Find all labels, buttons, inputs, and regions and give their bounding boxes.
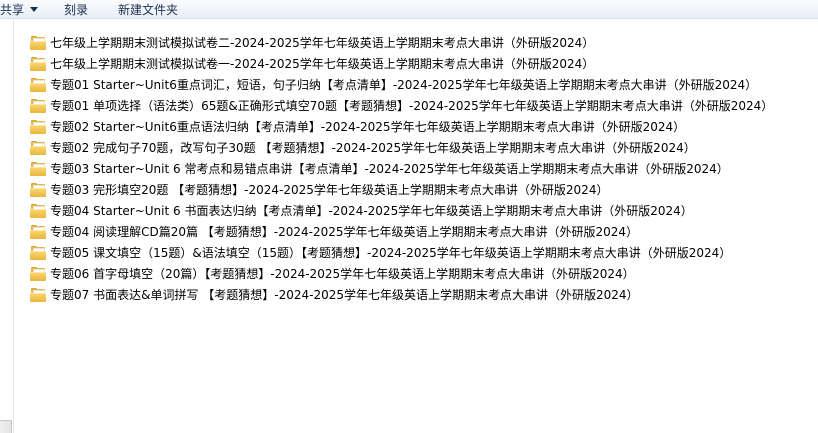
file-name: 专题04 Starter~Unit 6 书面表达归纳【考点清单】-2024-20…	[50, 204, 693, 218]
command-bar: 共享 刻录 新建文件夹	[0, 0, 818, 19]
file-name: 专题03 Starter~Unit 6 常考点和易错点串讲【考点清单】-2024…	[50, 162, 729, 176]
file-name: 专题05 课文填空（15题）&语法填空（15题）【考题猜想】-2024-2025…	[50, 246, 732, 260]
file-name: 专题03 完形填空20题 【考题猜想】-2024-2025学年七年级英语上学期期…	[50, 183, 609, 197]
explorer-window: 共享 刻录 新建文件夹 七年级上学期期末测试模拟试卷二-2024-2025学年七…	[0, 0, 818, 433]
file-list: 七年级上学期期末测试模拟试卷二-2024-2025学年七年级英语上学期期末考点大…	[30, 32, 773, 305]
new-folder-label: 新建文件夹	[118, 2, 179, 17]
folder-icon	[30, 287, 46, 302]
file-name: 专题02 Starter~Unit6重点语法归纳【考点清单】-2024-2025…	[50, 120, 686, 134]
share-label: 共享	[0, 2, 25, 17]
folder-icon	[30, 56, 46, 71]
file-name: 七年级上学期期末测试模拟试卷一-2024-2025学年七年级英语上学期期末考点大…	[50, 57, 595, 71]
folder-icon	[30, 203, 46, 218]
list-item[interactable]: 专题05 课文填空（15题）&语法填空（15题）【考题猜想】-2024-2025…	[30, 242, 773, 263]
list-item[interactable]: 专题06 首字母填空（20篇）【考题猜想】-2024-2025学年七年级英语上学…	[30, 263, 773, 284]
list-item[interactable]: 专题04 阅读理解CD篇20篇 【考题猜想】-2024-2025学年七年级英语上…	[30, 221, 773, 242]
folder-icon	[30, 266, 46, 281]
folder-icon	[30, 161, 46, 176]
file-name: 专题01 Starter~Unit6重点词汇，短语，句子归纳【考点清单】-202…	[50, 78, 758, 92]
file-name: 专题04 阅读理解CD篇20篇 【考题猜想】-2024-2025学年七年级英语上…	[50, 225, 639, 239]
list-item[interactable]: 七年级上学期期末测试模拟试卷一-2024-2025学年七年级英语上学期期末考点大…	[30, 53, 773, 74]
new-folder-button[interactable]: 新建文件夹	[118, 0, 178, 18]
file-name: 七年级上学期期末测试模拟试卷二-2024-2025学年七年级英语上学期期末考点大…	[50, 36, 595, 50]
list-item[interactable]: 专题01 单项选择（语法类）65题&正确形式填空70题【考题猜想】-2024-2…	[30, 95, 773, 116]
share-menu-button[interactable]: 共享	[0, 0, 39, 18]
file-name: 专题02 完成句子70题，改写句子30题 【考题猜想】-2024-2025学年七…	[50, 141, 696, 155]
folder-icon	[30, 140, 46, 155]
folder-icon	[30, 224, 46, 239]
file-name: 专题07 书面表达&单词拼写 【考题猜想】-2024-2025学年七年级英语上学…	[50, 288, 639, 302]
file-list-view[interactable]: 七年级上学期期末测试模拟试卷二-2024-2025学年七年级英语上学期期末考点大…	[14, 19, 818, 433]
list-item[interactable]: 专题02 Starter~Unit6重点语法归纳【考点清单】-2024-2025…	[30, 116, 773, 137]
folder-icon	[30, 119, 46, 134]
list-item[interactable]: 专题07 书面表达&单词拼写 【考题猜想】-2024-2025学年七年级英语上学…	[30, 284, 773, 305]
list-item[interactable]: 专题04 Starter~Unit 6 书面表达归纳【考点清单】-2024-20…	[30, 200, 773, 221]
list-item[interactable]: 专题03 Starter~Unit 6 常考点和易错点串讲【考点清单】-2024…	[30, 158, 773, 179]
folder-icon	[30, 98, 46, 113]
burn-label: 刻录	[64, 2, 89, 17]
folder-icon	[30, 182, 46, 197]
folder-icon	[30, 77, 46, 92]
list-item[interactable]: 专题03 完形填空20题 【考题猜想】-2024-2025学年七年级英语上学期期…	[30, 179, 773, 200]
list-item[interactable]: 七年级上学期期末测试模拟试卷二-2024-2025学年七年级英语上学期期末考点大…	[30, 32, 773, 53]
folder-icon	[30, 35, 46, 50]
list-item[interactable]: 专题02 完成句子70题，改写句子30题 【考题猜想】-2024-2025学年七…	[30, 137, 773, 158]
folder-icon	[30, 245, 46, 260]
navigation-pane[interactable]	[0, 19, 14, 433]
navigation-pane-scrollbar[interactable]	[0, 420, 12, 433]
file-name: 专题06 首字母填空（20篇）【考题猜想】-2024-2025学年七年级英语上学…	[50, 267, 635, 281]
file-name: 专题01 单项选择（语法类）65题&正确形式填空70题【考题猜想】-2024-2…	[50, 99, 774, 113]
list-item[interactable]: 专题01 Starter~Unit6重点词汇，短语，句子归纳【考点清单】-202…	[30, 74, 773, 95]
burn-button[interactable]: 刻录	[64, 0, 88, 18]
chevron-down-icon	[30, 7, 39, 12]
